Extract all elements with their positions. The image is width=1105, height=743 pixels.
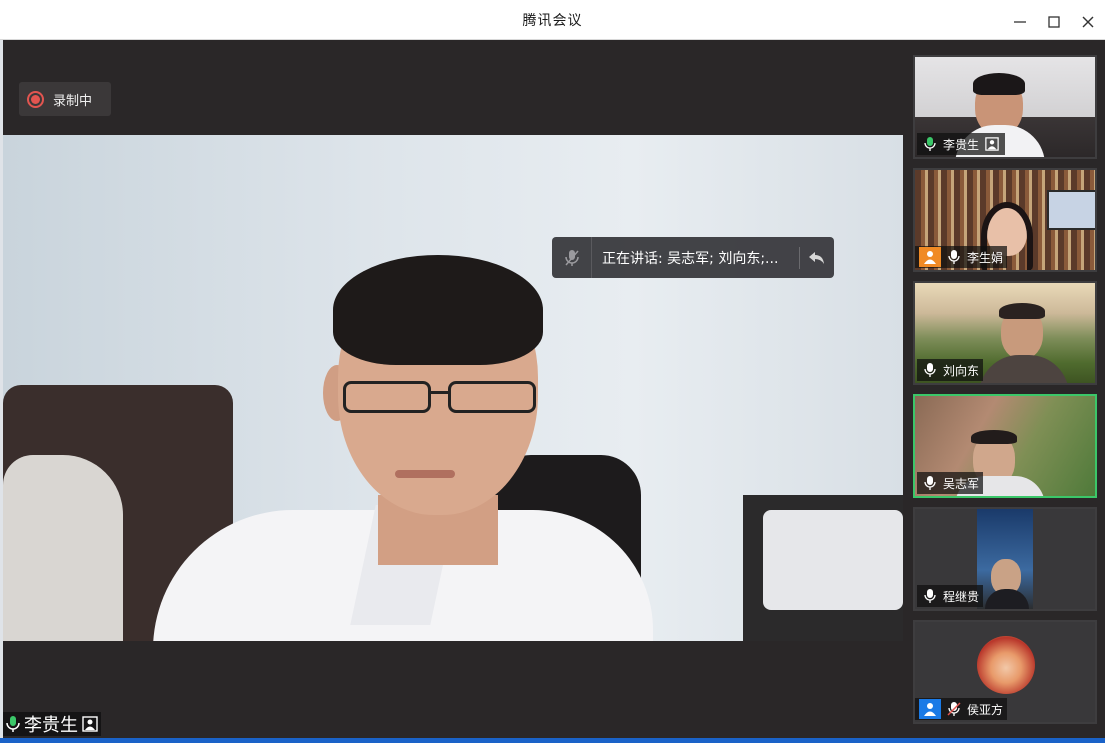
participant-nameplate: 李生娟: [915, 246, 1008, 268]
participant-tile[interactable]: 刘向东: [913, 281, 1097, 385]
bottom-accent-bar: [0, 738, 1105, 743]
mic-on-icon: [921, 361, 939, 379]
title-bar: 腾讯会议: [0, 0, 1105, 40]
speaking-indicator[interactable]: 正在讲话: 吴志军; 刘向东;...: [552, 237, 834, 278]
background-cloth: [763, 510, 903, 610]
participant-nameplate: 李贵生: [917, 133, 1006, 155]
participant-name: 李生娟: [967, 250, 1004, 265]
participant-name: 吴志军: [943, 476, 980, 491]
main-video-nameplate: 李贵生: [3, 712, 101, 736]
record-icon: [27, 90, 44, 108]
mic-on-icon: [6, 716, 20, 732]
recording-indicator[interactable]: 录制中: [19, 82, 111, 116]
mic-on-icon: [921, 587, 939, 605]
muted-mic-icon[interactable]: [552, 237, 592, 278]
participant-tile[interactable]: 程继贵: [913, 507, 1097, 611]
participant-name: 程继贵: [943, 589, 980, 604]
background-pillow: [3, 455, 123, 641]
minimize-button[interactable]: [1003, 3, 1037, 40]
close-button[interactable]: [1071, 3, 1105, 40]
minimize-icon: [1014, 20, 1026, 23]
participant-nameplate: 刘向东: [917, 359, 984, 381]
mic-on-icon: [921, 474, 939, 492]
collapse-arrow-icon[interactable]: [800, 237, 834, 278]
recording-label: 录制中: [53, 93, 93, 109]
participant-name: 刘向东: [943, 363, 980, 378]
speaking-text: 正在讲话: 吴志军; 刘向东;...: [602, 250, 779, 267]
mic-on-icon: [921, 135, 939, 153]
maximize-button[interactable]: [1037, 3, 1071, 40]
maximize-icon: [1048, 15, 1060, 28]
participant-avatar: [977, 636, 1035, 694]
window-title: 腾讯会议: [522, 12, 583, 29]
speaker-figure: [153, 255, 653, 641]
mic-on-icon: [945, 248, 963, 266]
main-participant-name: 李贵生: [24, 715, 78, 736]
participant-name: 侯亚方: [967, 702, 1004, 717]
speaker-video: [3, 135, 903, 641]
participant-name: 李贵生: [943, 137, 980, 152]
participant-nameplate: 吴志军: [917, 472, 984, 494]
participant-tile[interactable]: 李贵生: [913, 55, 1097, 159]
screen-share-icon: [82, 716, 98, 732]
participant-tile[interactable]: 李生娟: [913, 168, 1097, 272]
main-video-area[interactable]: 录制中 正在讲话: 吴志军; 刘向东;... 李贵生: [3, 40, 903, 738]
avatar-icon: [919, 247, 941, 267]
avatar-icon: [919, 699, 941, 719]
window-controls: [1003, 3, 1105, 40]
participant-nameplate: 程继贵: [917, 585, 984, 607]
participant-sidebar[interactable]: 李贵生 李生娟 刘向东 吴志军 程继贵 侯亚方: [903, 40, 1105, 738]
participant-nameplate: 侯亚方: [915, 698, 1008, 720]
muted-mic-icon: [945, 700, 963, 718]
glasses: [338, 381, 543, 413]
screen-share-icon: [983, 135, 1001, 153]
close-icon: [1082, 16, 1094, 27]
participant-tile[interactable]: 侯亚方: [913, 620, 1097, 724]
participant-tile[interactable]: 吴志军: [913, 394, 1097, 498]
